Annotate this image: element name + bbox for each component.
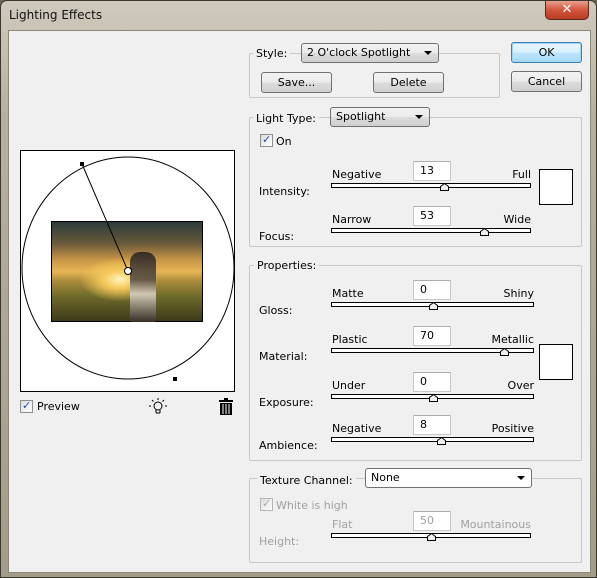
light-bulb-icon[interactable] (149, 398, 167, 416)
height-min-label: Flat (332, 518, 353, 531)
ok-button[interactable]: OK (511, 42, 582, 63)
chevron-down-icon (517, 476, 525, 480)
gloss-label: Gloss: (259, 304, 293, 317)
light-on-label: On (276, 135, 292, 148)
style-select-value: 2 O'clock Spotlight (307, 46, 411, 59)
texture-channel-select-value: None (371, 471, 400, 484)
ambience-label: Ambience: (259, 439, 318, 452)
focus-value-input[interactable]: 53 (413, 206, 451, 226)
exposure-slider-thumb[interactable] (429, 394, 438, 402)
delete-button[interactable]: Delete (373, 72, 444, 93)
light-on-checkbox[interactable]: ✓ (260, 133, 273, 147)
white-is-high-checkbox[interactable]: ✓ (260, 497, 273, 511)
material-value-input[interactable]: 70 (413, 326, 451, 346)
material-label: Material: (259, 350, 308, 363)
trash-icon[interactable] (219, 398, 233, 415)
gloss-value-input[interactable]: 0 (413, 280, 451, 300)
focus-slider-thumb[interactable] (480, 228, 489, 236)
height-value-input[interactable]: 50 (413, 511, 451, 531)
ellipse-handle-bottom[interactable] (173, 377, 177, 381)
title-bar[interactable]: Lighting Effects ✕ (1, 1, 596, 31)
focus-label: Focus: (259, 230, 295, 243)
white-is-high-label: White is high (276, 499, 348, 512)
preview-label: Preview (37, 400, 80, 413)
material-min-label: Plastic (332, 333, 368, 346)
material-slider-track[interactable] (331, 348, 534, 356)
texture-channel-select[interactable]: None (365, 468, 532, 488)
exposure-min-label: Under (332, 379, 366, 392)
ambience-slider-track[interactable] (331, 437, 534, 445)
chevron-down-icon (424, 51, 432, 55)
gloss-slider-thumb[interactable] (429, 302, 438, 310)
exposure-slider-track[interactable] (331, 394, 534, 402)
ambience-min-label: Negative (332, 422, 382, 435)
light-direction-line (81, 163, 129, 272)
light-type-select[interactable]: Spotlight (330, 107, 430, 127)
cancel-button[interactable]: Cancel (511, 71, 582, 92)
height-label: Height: (259, 535, 300, 548)
chevron-down-icon (415, 115, 423, 119)
light-center-handle[interactable] (124, 267, 132, 275)
dialog-client: ✓ Preview OK Cancel Style: 2 O'clock Spo… (8, 30, 591, 573)
height-slider-thumb[interactable] (427, 533, 436, 541)
ambient-color-swatch[interactable] (539, 344, 573, 380)
light-type-label: Light Type: (253, 112, 319, 125)
intensity-slider-track[interactable] (331, 183, 531, 191)
intensity-min-label: Negative (332, 168, 382, 181)
save-button[interactable]: Save... (261, 72, 332, 93)
light-type-select-value: Spotlight (336, 110, 386, 123)
height-slider-track[interactable] (331, 533, 531, 541)
gloss-min-label: Matte (332, 287, 364, 300)
style-select[interactable]: 2 O'clock Spotlight (301, 43, 439, 63)
dialog-window: Lighting Effects ✕ ✓ Preview OK Cancel S… (0, 0, 597, 578)
preview-checkbox[interactable]: ✓ (20, 399, 33, 413)
intensity-value-input[interactable]: 13 (413, 161, 451, 181)
focus-min-label: Narrow (332, 213, 372, 226)
light-direction-overlay[interactable] (21, 151, 234, 391)
texture-channel-label: Texture Channel: (257, 474, 356, 487)
intensity-label: Intensity: (259, 185, 310, 198)
ellipse-handle-top[interactable] (80, 162, 84, 166)
ambience-slider-thumb[interactable] (437, 437, 446, 445)
light-color-swatch[interactable] (539, 169, 573, 205)
ambience-value-input[interactable]: 8 (413, 415, 451, 435)
material-slider-thumb[interactable] (500, 348, 509, 356)
light-preview-canvas[interactable] (20, 150, 235, 392)
close-button[interactable]: ✕ (545, 1, 589, 20)
style-label: Style: (253, 47, 291, 60)
exposure-value-input[interactable]: 0 (413, 372, 451, 392)
window-title: Lighting Effects (9, 8, 103, 22)
intensity-slider-thumb[interactable] (440, 183, 449, 191)
gloss-slider-track[interactable] (331, 302, 534, 310)
focus-slider-track[interactable] (331, 228, 531, 236)
properties-label: Properties: (254, 259, 320, 272)
exposure-label: Exposure: (259, 396, 314, 409)
